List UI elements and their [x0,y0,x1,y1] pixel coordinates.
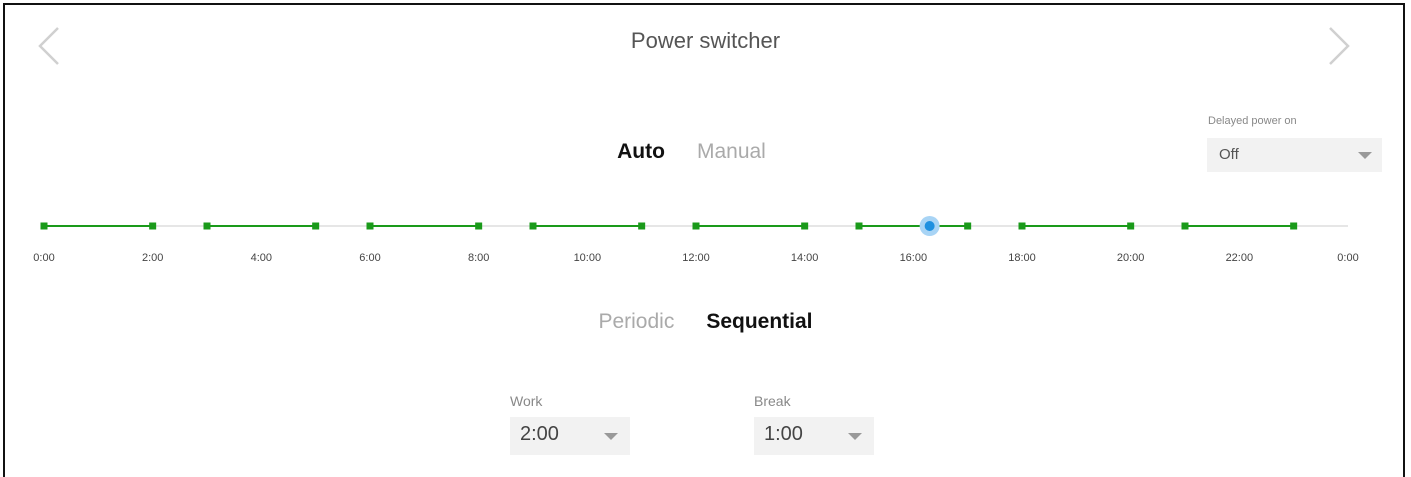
current-time-marker[interactable] [924,221,935,231]
tick-label: 18:00 [1008,252,1036,264]
tick-label: 2:00 [141,252,164,264]
delayed-power-on-select[interactable]: Off [1207,138,1382,172]
tick-label: 20:00 [1116,252,1145,264]
tick-label: 16:00 [899,252,928,264]
segment-handle[interactable] [964,222,972,230]
schedule-timeline[interactable]: 0:00 2:00 4:00 6:00 8:00 10:00 12:00 14:00 16:00… [0,200,1411,270]
segment-handle[interactable] [638,222,646,230]
timeline-track[interactable] [0,200,1411,250]
break-label: Break [754,393,791,409]
segment-handle[interactable] [692,222,700,230]
break-value: 1:00 [764,423,803,445]
segment-handle[interactable] [801,222,809,230]
segment-handle[interactable] [475,222,483,230]
schedule-mode-tabs: Periodic Sequential [0,310,1411,334]
segment-handle[interactable] [40,222,48,230]
segment-handle[interactable] [529,222,537,230]
tab-auto[interactable]: Auto [617,140,665,164]
tick-label: 0:00 [33,252,55,264]
work-value: 2:00 [520,423,559,445]
tick-label: 22:00 [1225,252,1254,264]
segment-handle[interactable] [203,222,211,230]
segment-handle[interactable] [1127,222,1135,230]
tick-label: 14:00 [790,252,819,264]
break-select[interactable]: 1:00 [754,417,874,455]
mode-tabs: Auto Manual [0,140,1411,164]
segment-handle[interactable] [366,222,374,230]
tick-label: 6:00 [359,252,381,264]
delayed-power-on-value: Off [1219,146,1239,163]
work-select[interactable]: 2:00 [510,417,630,455]
segment-handle[interactable] [855,222,863,230]
tick-label: 10:00 [573,252,602,264]
chevron-down-icon [604,433,618,440]
tick-label: 12:00 [682,252,710,264]
tick-label: 8:00 [467,252,490,264]
segment-handle[interactable] [1181,222,1189,230]
page-title: Power switcher [630,28,781,53]
segment-handle[interactable] [149,222,157,230]
segment-handle[interactable] [1018,222,1026,230]
work-label: Work [510,393,543,409]
tick-label: 4:00 [250,252,273,264]
delayed-power-on-label: Delayed power on [1208,115,1297,127]
chevron-down-icon [1358,152,1372,159]
segment-handle[interactable] [1290,222,1298,230]
chevron-down-icon [848,433,862,440]
tab-manual[interactable]: Manual [697,140,766,164]
segment-handle[interactable] [312,222,320,230]
tab-periodic[interactable]: Periodic [598,310,674,334]
tab-sequential[interactable]: Sequential [706,310,812,334]
tick-label: 0:00 [1337,252,1359,264]
